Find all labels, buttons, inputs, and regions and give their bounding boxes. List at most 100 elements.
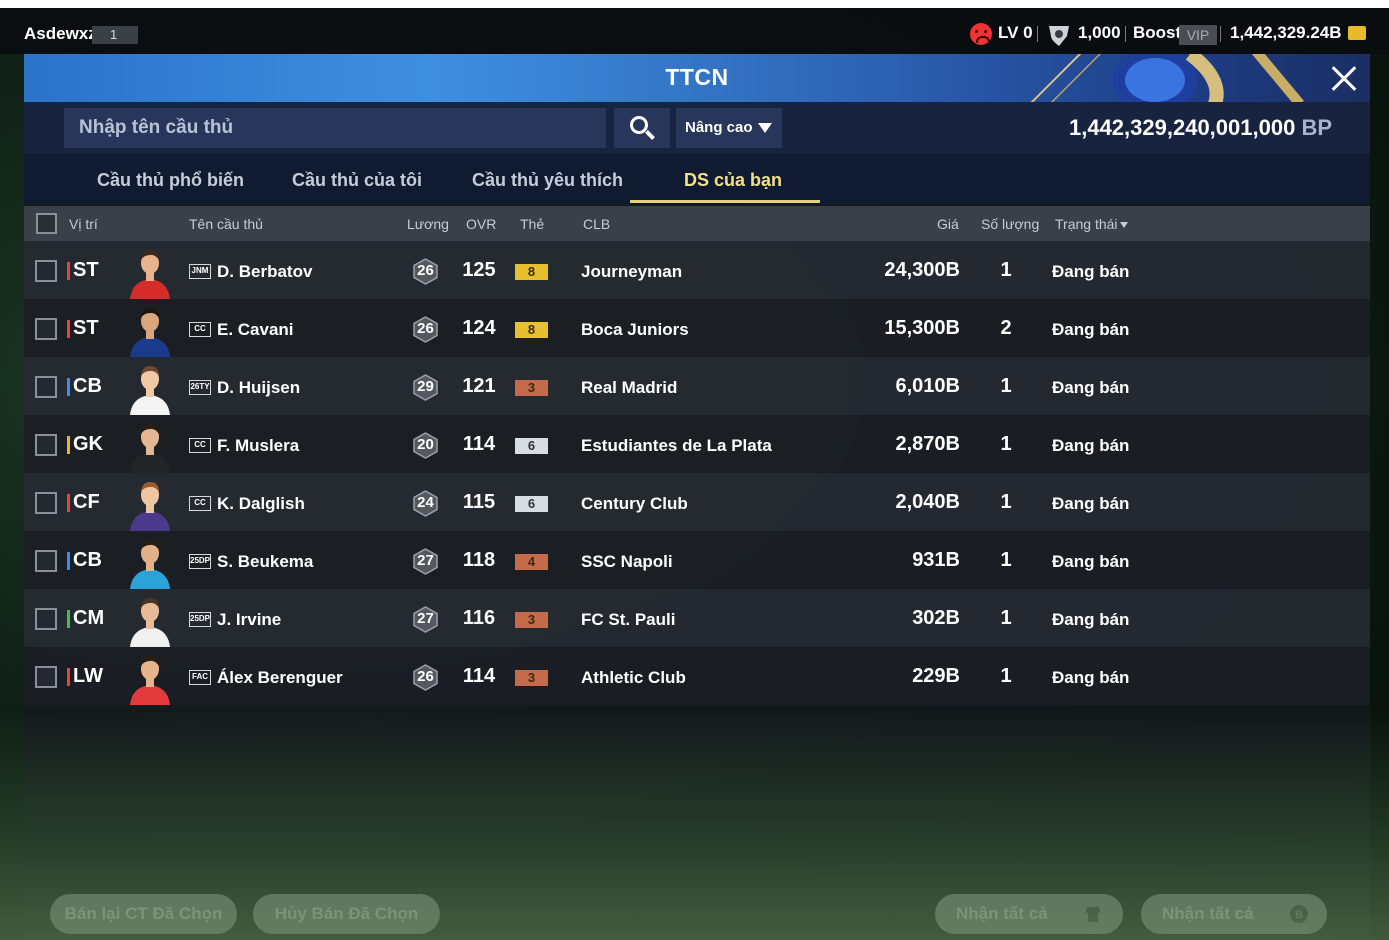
quantity: 1	[1000, 375, 1012, 397]
vip-badge[interactable]: VIP	[1179, 25, 1217, 45]
grade-badge: 6	[515, 438, 548, 454]
tab-my-listings[interactable]: DS của bạn	[684, 170, 782, 191]
advanced-filter-dropdown[interactable]: Nâng cao	[676, 108, 782, 148]
search-button[interactable]	[614, 108, 670, 148]
boost-label[interactable]: Boost	[1133, 22, 1181, 44]
row-checkbox[interactable]	[35, 434, 57, 456]
position-color-bar	[67, 436, 70, 454]
player-avatar[interactable]	[124, 361, 176, 415]
transfer-market-window: TTCN Nâng cao 1,442,329,240,001,000 BP C…	[24, 54, 1370, 940]
player-name[interactable]: Álex Berenguer	[217, 668, 343, 688]
resell-selected-button[interactable]: Bán lại CT Đã Chọn	[50, 894, 237, 934]
position-color-bar	[67, 494, 70, 512]
quantity: 1	[1000, 549, 1012, 571]
column-club[interactable]: CLB	[583, 216, 610, 232]
bp-unit: BP	[1301, 115, 1332, 140]
season-badge: CC	[189, 438, 211, 453]
grade-badge: 8	[515, 322, 548, 338]
row-checkbox[interactable]	[35, 260, 57, 282]
club-name: Century Club	[581, 494, 688, 513]
player-avatar[interactable]	[124, 245, 176, 299]
season-badge: CC	[189, 322, 211, 337]
close-button[interactable]	[1326, 60, 1362, 96]
row-checkbox[interactable]	[35, 376, 57, 398]
table-row[interactable]: ST JNM D. Berbatov 26 125 8 Journeyman 2…	[24, 241, 1370, 299]
grade-badge: 3	[515, 612, 548, 628]
tab-popular-players[interactable]: Cầu thủ phổ biến	[97, 170, 244, 191]
table-row[interactable]: CF CC K. Dalglish 24 115 6 Century Club …	[24, 473, 1370, 531]
row-checkbox[interactable]	[35, 550, 57, 572]
price: 931B	[912, 549, 960, 571]
table-row[interactable]: CM 25DP J. Irvine 27 116 3 FC St. Pauli …	[24, 589, 1370, 647]
quantity: 1	[1000, 433, 1012, 455]
search-bar: Nâng cao 1,442,329,240,001,000 BP	[24, 102, 1370, 154]
player-avatar[interactable]	[124, 477, 176, 531]
position: CM	[73, 607, 105, 629]
grade-badge: 6	[515, 496, 548, 512]
select-all-checkbox[interactable]	[36, 213, 57, 234]
ovr: 118	[462, 549, 496, 571]
column-status[interactable]: Trạng thái	[1055, 216, 1128, 232]
player-avatar[interactable]	[124, 593, 176, 647]
table-row[interactable]: ST CC E. Cavani 26 124 8 Boca Juniors 15…	[24, 299, 1370, 357]
position: CF	[73, 491, 100, 513]
table-row[interactable]: CB 26TY D. Huijsen 29 121 3 Real Madrid …	[24, 357, 1370, 415]
price: 302B	[912, 607, 960, 629]
balance-amount: 1,442,329.24B	[1230, 23, 1342, 42]
player-name[interactable]: D. Berbatov	[217, 262, 312, 282]
table-row[interactable]: CB 25DP S. Beukema 27 118 4 SSC Napoli 9…	[24, 531, 1370, 589]
ovr: 125	[462, 259, 496, 281]
row-checkbox[interactable]	[35, 318, 57, 340]
ovr: 114	[462, 433, 496, 455]
price: 6,010B	[895, 375, 961, 397]
table-row[interactable]: LW FAC Álex Berenguer 26 114 3 Athletic …	[24, 647, 1370, 705]
tab-my-players[interactable]: Cầu thủ của tôi	[292, 170, 422, 191]
position: GK	[73, 433, 103, 455]
claim-all-coins-button[interactable]: Nhận tất cả B	[1141, 894, 1327, 934]
quantity: 2	[1000, 317, 1012, 339]
column-quantity[interactable]: Số lượng	[981, 216, 1039, 232]
price: 229B	[912, 665, 960, 687]
price: 24,300B	[884, 259, 960, 281]
player-name[interactable]: F. Muslera	[217, 436, 299, 456]
player-name[interactable]: K. Dalglish	[217, 494, 305, 514]
row-checkbox[interactable]	[35, 666, 57, 688]
row-checkbox[interactable]	[35, 492, 57, 514]
player-avatar[interactable]	[124, 419, 176, 473]
salary: 27	[417, 552, 434, 569]
season-badge: 25DP	[189, 554, 211, 569]
column-salary[interactable]: Lương	[407, 216, 449, 232]
tab-favorite-players[interactable]: Cầu thủ yêu thích	[472, 170, 623, 191]
column-grade[interactable]: Thẻ	[520, 216, 544, 232]
player-name[interactable]: D. Huijsen	[217, 378, 300, 398]
column-price[interactable]: Giá	[937, 216, 959, 232]
player-avatar[interactable]	[124, 651, 176, 705]
listing-status: Đang bán	[1052, 494, 1130, 513]
chevron-down-icon	[758, 123, 772, 133]
bp-amount: 1,442,329,240,001,000	[1068, 115, 1296, 140]
cancel-selected-button[interactable]: Hủy Bán Đã Chọn	[253, 894, 440, 934]
claim-all-label: Nhận tất cả	[956, 904, 1048, 923]
coin-icon: B	[1290, 905, 1308, 923]
grade-badge: 3	[515, 670, 548, 686]
column-name[interactable]: Tên cầu thủ	[189, 216, 263, 232]
player-search-input[interactable]	[64, 108, 606, 148]
table-row[interactable]: GK CC F. Muslera 20 114 6 Estudiantes de…	[24, 415, 1370, 473]
position-color-bar	[67, 610, 70, 628]
svg-text:B: B	[1295, 909, 1303, 921]
column-position[interactable]: Vị trí	[69, 216, 98, 232]
club-name: FC St. Pauli	[581, 610, 676, 629]
ovr: 124	[462, 317, 496, 339]
column-status-label: Trạng thái	[1055, 216, 1118, 232]
position-color-bar	[67, 320, 70, 338]
position: CB	[73, 549, 102, 571]
player-name[interactable]: S. Beukema	[217, 552, 313, 572]
price: 15,300B	[884, 317, 960, 339]
player-name[interactable]: E. Cavani	[217, 320, 294, 340]
player-avatar[interactable]	[124, 535, 176, 589]
player-avatar[interactable]	[124, 303, 176, 357]
claim-all-players-button[interactable]: Nhận tất cả	[935, 894, 1123, 934]
row-checkbox[interactable]	[35, 608, 57, 630]
player-name[interactable]: J. Irvine	[217, 610, 281, 630]
column-ovr[interactable]: OVR	[466, 216, 496, 232]
